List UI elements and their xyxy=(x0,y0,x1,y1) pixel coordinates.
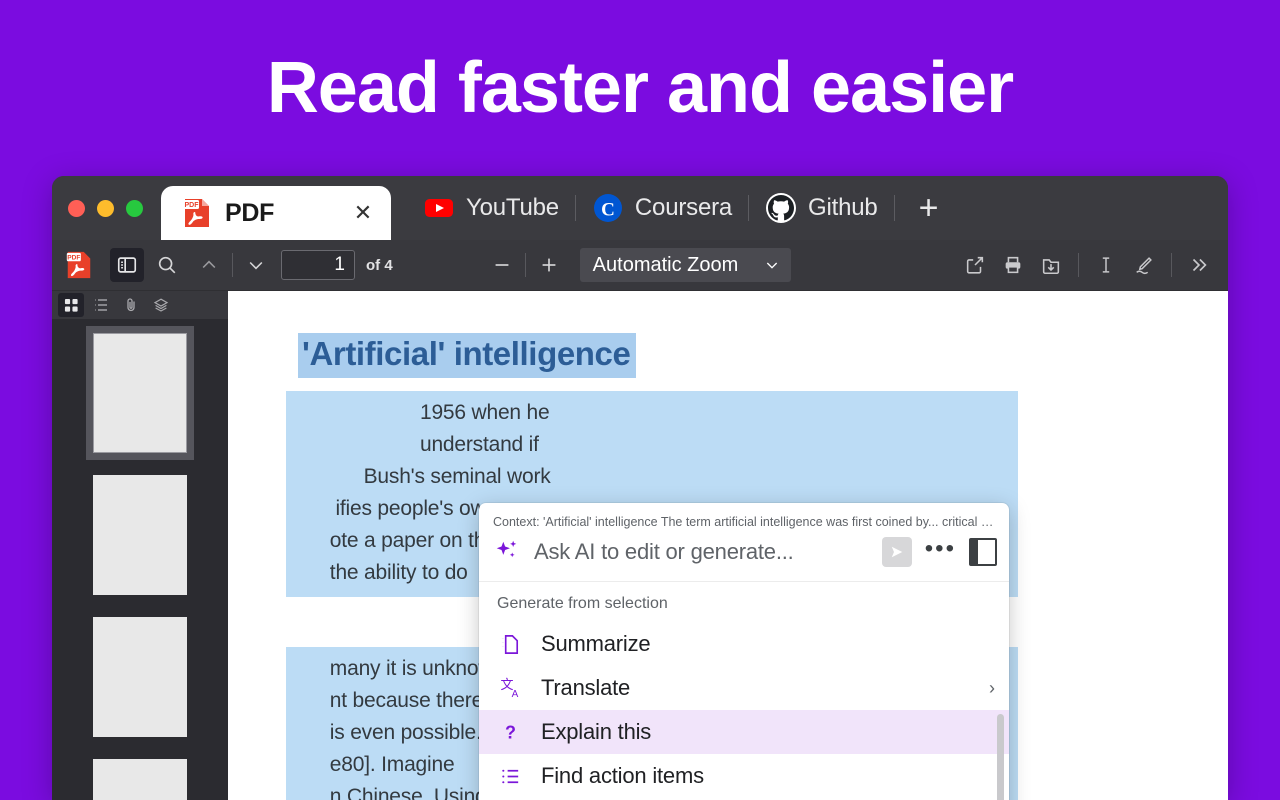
sidebar-tabs xyxy=(52,291,228,319)
grid-icon[interactable] xyxy=(58,293,84,317)
translate-icon: 文 A xyxy=(497,675,523,701)
inactive-tabs: YouTube C Coursera Github + xyxy=(391,176,949,240)
chevron-right-icon: › xyxy=(989,677,995,698)
chevron-down-icon[interactable] xyxy=(239,248,273,282)
tab-pdf-label: PDF xyxy=(225,198,275,227)
menu-item-label: Summarize xyxy=(541,631,651,656)
window-controls xyxy=(52,176,161,240)
thumbnail-page-3[interactable] xyxy=(93,617,187,737)
draw-icon[interactable] xyxy=(1127,248,1161,282)
pdf-toolbar: PDF 1 of 4 Automatic Zoom xyxy=(52,240,1228,291)
print-icon[interactable] xyxy=(996,248,1030,282)
menu-group-label-generate: Generate from selection xyxy=(497,595,668,612)
svg-text:?: ? xyxy=(504,722,515,742)
ai-input-row: Ask AI to edit or generate... ••• xyxy=(479,529,1009,581)
layers-icon[interactable] xyxy=(148,293,174,317)
toolbar-divider xyxy=(524,253,526,277)
summarize-document-icon xyxy=(497,631,523,657)
menu-scrollbar[interactable] xyxy=(997,714,1004,800)
menu-item-label: Explain this xyxy=(541,719,652,744)
minimize-window-button[interactable] xyxy=(97,199,114,217)
menu-item-label: Translate xyxy=(541,675,631,700)
ai-assistant-popover: Context: 'Artificial' intelligence The t… xyxy=(479,503,1009,800)
menu-item-summarize[interactable]: Summarize xyxy=(479,622,1009,666)
toolbar-right-tools xyxy=(958,248,1216,282)
list-icon[interactable] xyxy=(88,293,114,317)
sidebar-toggle-icon[interactable] xyxy=(110,248,144,282)
close-icon[interactable]: ✕ xyxy=(349,199,377,227)
document-area: 'Artificial' intelligence 1956 when he u… xyxy=(228,291,1228,800)
toolbar-divider xyxy=(232,253,233,277)
sparkle-icon xyxy=(493,537,523,567)
new-tab-button[interactable]: + xyxy=(909,188,949,228)
checklist-icon xyxy=(497,763,523,789)
zoom-in-button[interactable] xyxy=(532,248,566,282)
download-icon[interactable] xyxy=(1034,248,1068,282)
hero-banner: Read faster and easier xyxy=(0,0,1280,176)
question-mark-icon: ? xyxy=(497,719,523,745)
pdf-file-icon: PDF xyxy=(62,248,96,282)
tab-divider xyxy=(893,195,895,221)
ai-prompt-input[interactable]: Ask AI to edit or generate... xyxy=(534,539,871,565)
ai-actions-menu: Generate from selection Summarize 文 A Tr… xyxy=(479,581,1009,800)
svg-text:A: A xyxy=(512,689,519,700)
tab-github-label: Github xyxy=(808,194,878,221)
pdf-viewer: 'Artificial' intelligence 1956 when he u… xyxy=(52,291,1228,800)
more-options-icon[interactable]: ••• xyxy=(923,537,958,561)
browser-window: PDF PDF ✕ YouTube C Coursera Github + PD… xyxy=(52,176,1228,800)
thumbnail-page-1[interactable] xyxy=(86,326,194,460)
screenshot-root: Read faster and easier PDF PDF ✕ YouTube… xyxy=(0,0,1280,800)
text-select-icon[interactable] xyxy=(1089,248,1123,282)
tab-github[interactable]: Github xyxy=(749,176,894,240)
zoom-level-select[interactable]: Automatic Zoom xyxy=(579,248,792,282)
chevron-up-icon[interactable] xyxy=(192,248,226,282)
github-icon xyxy=(765,192,797,224)
menu-item-label: Find action items xyxy=(541,763,704,788)
search-icon[interactable] xyxy=(150,248,184,282)
toolbar-divider xyxy=(1171,253,1172,277)
thumbnail-sidebar xyxy=(52,291,228,800)
coursera-icon: C xyxy=(592,192,624,224)
menu-item-find-action-items[interactable]: Find action items xyxy=(479,754,1009,798)
page-title: Read faster and easier xyxy=(266,48,1014,128)
zoom-level-label: Automatic Zoom xyxy=(592,253,739,276)
pdf-file-icon: PDF xyxy=(181,197,213,229)
tab-strip: PDF PDF ✕ YouTube C Coursera Github + xyxy=(52,176,1228,240)
menu-item-translate[interactable]: 文 A Translate › xyxy=(479,666,1009,710)
svg-text:PDF: PDF xyxy=(185,202,200,209)
tab-youtube-label: YouTube xyxy=(466,194,559,221)
svg-text:PDF: PDF xyxy=(67,255,80,262)
thumbnail-page-2[interactable] xyxy=(93,475,187,595)
thumbnail-page-4[interactable] xyxy=(93,759,187,800)
page-total-label: of 4 xyxy=(366,256,393,274)
svg-text:C: C xyxy=(601,200,615,221)
panel-toggle-icon[interactable] xyxy=(969,538,997,566)
tab-coursera[interactable]: C Coursera xyxy=(576,176,748,240)
tab-pdf[interactable]: PDF PDF ✕ xyxy=(161,186,391,240)
page-number-input[interactable]: 1 xyxy=(281,250,355,280)
maximize-window-button[interactable] xyxy=(126,199,143,217)
zoom-out-button[interactable] xyxy=(485,248,519,282)
tab-youtube[interactable]: YouTube xyxy=(407,176,575,240)
close-window-button[interactable] xyxy=(68,199,85,217)
toolbar-divider xyxy=(1078,253,1079,277)
send-icon[interactable] xyxy=(881,537,912,567)
menu-item-explain-this[interactable]: ? Explain this xyxy=(479,710,1009,754)
tab-coursera-label: Coursera xyxy=(634,194,733,221)
thumbnail-list xyxy=(52,319,228,800)
ai-context-label: Context: 'Artificial' intelligence The t… xyxy=(493,515,1009,529)
more-tools-icon[interactable] xyxy=(1182,248,1216,282)
document-heading: 'Artificial' intelligence xyxy=(298,333,637,378)
open-external-icon[interactable] xyxy=(958,248,992,282)
paperclip-icon[interactable] xyxy=(118,293,144,317)
youtube-icon xyxy=(423,192,455,224)
chevron-down-icon xyxy=(764,257,780,273)
